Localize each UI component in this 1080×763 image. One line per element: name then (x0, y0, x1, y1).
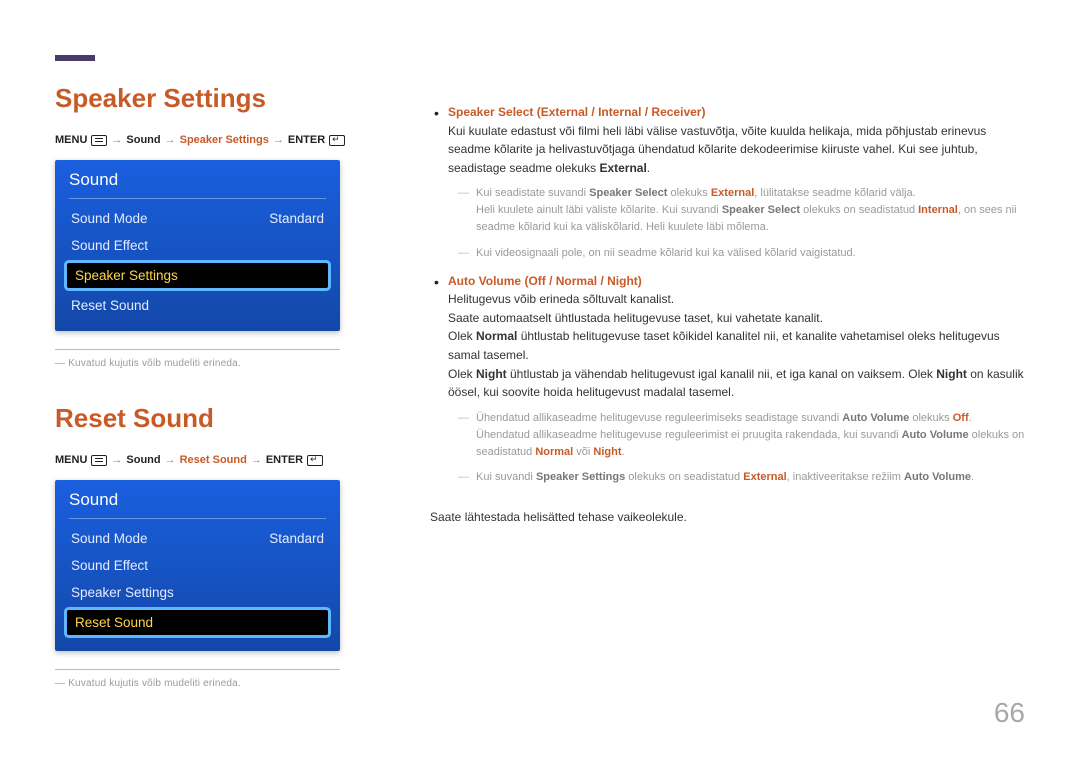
divider-2 (55, 669, 340, 670)
body-text: Speaker Select (External / Internal / Re… (430, 55, 1025, 689)
divider (55, 349, 340, 350)
enter-icon (329, 135, 345, 146)
menu-icon (91, 135, 107, 146)
dash-auto-2: Kui suvandi Speaker Settings olekuks on … (448, 469, 1025, 486)
heading-speaker-settings: Speaker Settings (55, 83, 400, 114)
osd-item-sound-effect[interactable]: Sound Effect (69, 232, 326, 259)
osd-title-2: Sound (69, 490, 326, 519)
breadcrumb-speaker-settings: MENU → Sound → Speaker Settings → ENTER (55, 134, 400, 146)
osd-item-reset-sound-2[interactable]: Reset Sound (67, 610, 328, 635)
page-number: 66 (994, 697, 1025, 729)
footnote-2: Kuvatud kujutis võib mudeliti erineda. (55, 678, 400, 689)
bullet-speaker-select: Speaker Select (External / Internal / Re… (430, 103, 1025, 262)
osd-item-reset-sound[interactable]: Reset Sound (69, 292, 326, 319)
osd-panel-reset: Sound Sound Mode Standard Sound Effect S… (55, 480, 340, 651)
nav-enter-label-2: ENTER (266, 454, 303, 466)
nav-sound: Sound (126, 134, 160, 146)
nav-enter-label: ENTER (288, 134, 325, 146)
osd-item-sound-mode[interactable]: Sound Mode Standard (69, 205, 326, 232)
nav-sound-2: Sound (126, 454, 160, 466)
dash-auto-1: Ühendatud allikaseadme helitugevuse regu… (448, 410, 1025, 461)
dash-speaker-2: Kui videosignaali pole, on nii seadme kõ… (448, 245, 1025, 262)
enter-icon (307, 455, 323, 466)
footnote-1: Kuvatud kujutis võib mudeliti erineda. (55, 358, 400, 369)
nav-reset-sound: Reset Sound (180, 454, 247, 466)
dash-speaker-1: Kui seadistate suvandi Speaker Select ol… (448, 185, 1025, 236)
osd-item-speaker-settings[interactable]: Speaker Settings (67, 263, 328, 288)
reset-description: Saate lähtestada helisätted tehase vaike… (430, 508, 1025, 527)
accent-bar (55, 55, 95, 61)
osd-item-sound-mode-2[interactable]: Sound Mode Standard (69, 525, 326, 552)
breadcrumb-reset-sound: MENU → Sound → Reset Sound → ENTER (55, 454, 400, 466)
bullet-auto-volume: Auto Volume (Off / Normal / Night) Helit… (430, 272, 1025, 486)
heading-reset-sound: Reset Sound (55, 403, 400, 434)
osd-panel-speaker: Sound Sound Mode Standard Sound Effect S… (55, 160, 340, 331)
nav-speaker-settings: Speaker Settings (180, 134, 269, 146)
nav-menu-label-2: MENU (55, 454, 87, 466)
osd-title: Sound (69, 170, 326, 199)
osd-item-sound-effect-2[interactable]: Sound Effect (69, 552, 326, 579)
nav-menu-label: MENU (55, 134, 87, 146)
osd-item-speaker-settings-2[interactable]: Speaker Settings (69, 579, 326, 606)
menu-icon (91, 455, 107, 466)
